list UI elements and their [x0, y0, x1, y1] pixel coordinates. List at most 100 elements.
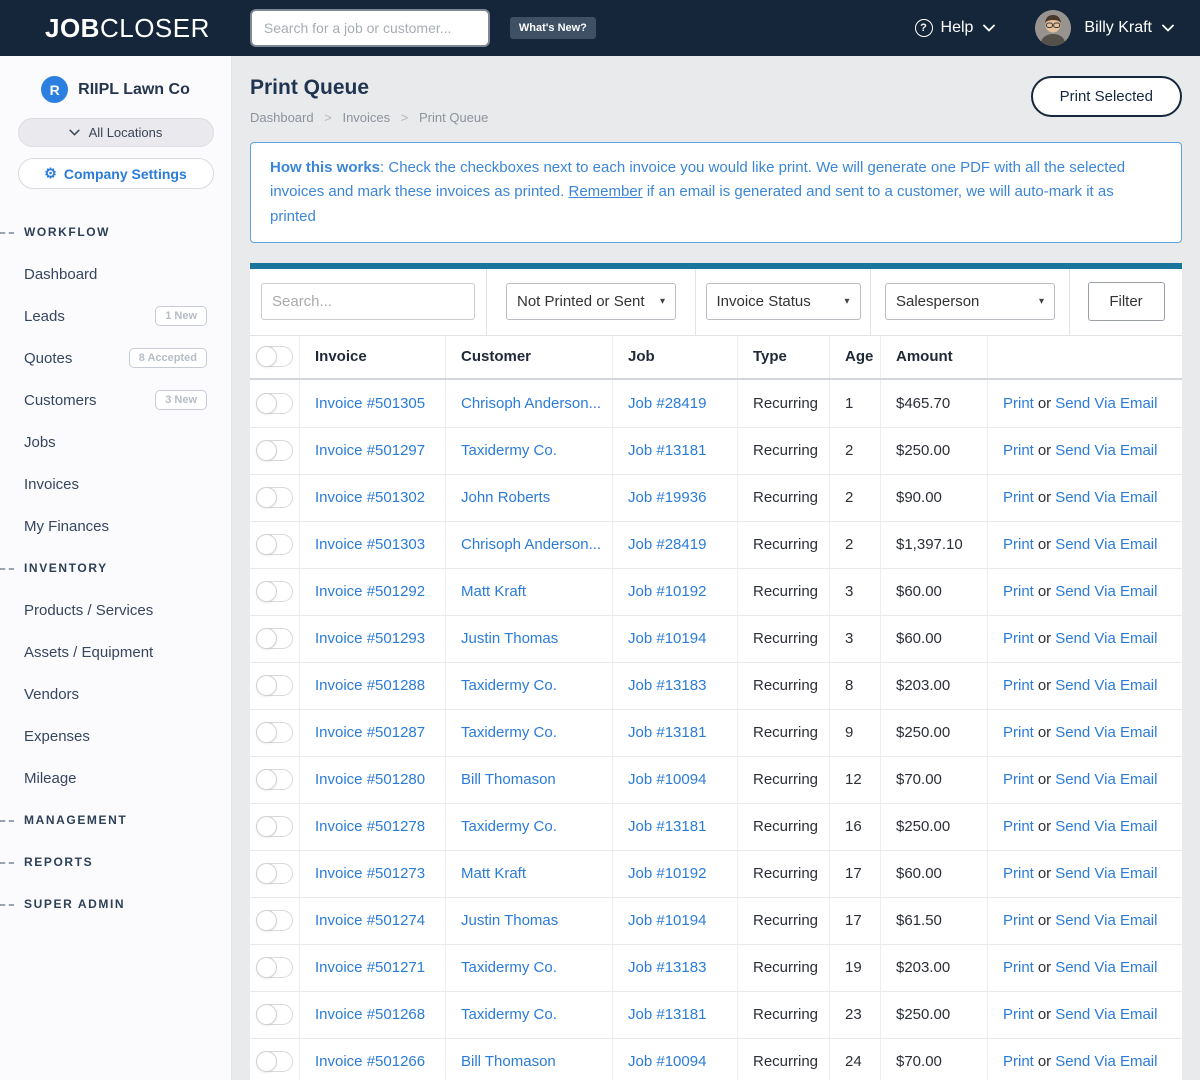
- job-link[interactable]: Job #13183: [628, 959, 706, 976]
- chevron-down-icon[interactable]: [1162, 24, 1174, 32]
- all-locations-dropdown[interactable]: All Locations: [17, 118, 214, 147]
- print-link[interactable]: Print: [1003, 865, 1034, 882]
- breadcrumb-dashboard[interactable]: Dashboard: [250, 110, 314, 125]
- customer-link[interactable]: Justin Thomas: [461, 912, 558, 929]
- sidebar-item-leads[interactable]: Leads 1 New: [0, 295, 231, 337]
- sidebar-item-vendors[interactable]: Vendors: [0, 673, 231, 715]
- sidebar-item-mileage[interactable]: Mileage: [0, 757, 231, 799]
- sidebar-item-products-services[interactable]: Products / Services: [0, 589, 231, 631]
- invoice-link[interactable]: Invoice #501288: [315, 677, 425, 694]
- salesperson-select[interactable]: Salesperson ▾: [885, 283, 1055, 321]
- section-header-inventory[interactable]: INVENTORY: [0, 547, 231, 589]
- select-invoice-toggle[interactable]: [256, 769, 293, 791]
- invoice-link[interactable]: Invoice #501297: [315, 442, 425, 459]
- filter-button[interactable]: Filter: [1087, 282, 1165, 322]
- section-header-workflow[interactable]: WORKFLOW: [0, 211, 231, 253]
- send-via-email-link[interactable]: Send Via Email: [1055, 724, 1157, 741]
- job-link[interactable]: Job #10194: [628, 912, 706, 929]
- section-header-super-admin[interactable]: SUPER ADMIN: [0, 883, 231, 925]
- print-selected-button[interactable]: Print Selected: [1030, 76, 1182, 117]
- sidebar-item-my-finances[interactable]: My Finances: [0, 505, 231, 547]
- invoice-link[interactable]: Invoice #501266: [315, 1053, 425, 1070]
- job-link[interactable]: Job #10194: [628, 630, 706, 647]
- invoice-link[interactable]: Invoice #501287: [315, 724, 425, 741]
- select-all-toggle[interactable]: [256, 346, 293, 368]
- invoice-link[interactable]: Invoice #501273: [315, 865, 425, 882]
- print-link[interactable]: Print: [1003, 395, 1034, 412]
- breadcrumb-invoices[interactable]: Invoices: [342, 110, 390, 125]
- sidebar-item-invoices[interactable]: Invoices: [0, 463, 231, 505]
- user-avatar[interactable]: [1035, 10, 1072, 46]
- job-link[interactable]: Job #13181: [628, 818, 706, 835]
- select-invoice-toggle[interactable]: [256, 487, 293, 509]
- print-status-select[interactable]: Not Printed or Sent ▾: [506, 283, 676, 321]
- job-link[interactable]: Job #10094: [628, 1053, 706, 1070]
- company-settings-button[interactable]: ⚙ Company Settings: [17, 158, 214, 189]
- select-invoice-toggle[interactable]: [256, 957, 293, 979]
- send-via-email-link[interactable]: Send Via Email: [1055, 771, 1157, 788]
- send-via-email-link[interactable]: Send Via Email: [1055, 489, 1157, 506]
- customer-link[interactable]: Matt Kraft: [461, 865, 526, 882]
- select-invoice-toggle[interactable]: [256, 816, 293, 838]
- sidebar-item-dashboard[interactable]: Dashboard: [0, 253, 231, 295]
- send-via-email-link[interactable]: Send Via Email: [1055, 959, 1157, 976]
- select-invoice-toggle[interactable]: [256, 534, 293, 556]
- select-invoice-toggle[interactable]: [256, 1004, 293, 1026]
- select-invoice-toggle[interactable]: [256, 863, 293, 885]
- section-header-reports[interactable]: REPORTS: [0, 841, 231, 883]
- send-via-email-link[interactable]: Send Via Email: [1055, 536, 1157, 553]
- send-via-email-link[interactable]: Send Via Email: [1055, 1053, 1157, 1070]
- job-link[interactable]: Job #10192: [628, 865, 706, 882]
- invoice-link[interactable]: Invoice #501302: [315, 489, 425, 506]
- customer-link[interactable]: Taxidermy Co.: [461, 442, 557, 459]
- select-invoice-toggle[interactable]: [256, 910, 293, 932]
- send-via-email-link[interactable]: Send Via Email: [1055, 818, 1157, 835]
- customer-link[interactable]: Bill Thomason: [461, 1053, 556, 1070]
- job-link[interactable]: Job #13181: [628, 1006, 706, 1023]
- customer-link[interactable]: Chrisoph Anderson...: [461, 536, 601, 553]
- invoice-link[interactable]: Invoice #501278: [315, 818, 425, 835]
- invoice-link[interactable]: Invoice #501305: [315, 395, 425, 412]
- print-link[interactable]: Print: [1003, 677, 1034, 694]
- invoice-link[interactable]: Invoice #501280: [315, 771, 425, 788]
- job-link[interactable]: Job #28419: [628, 395, 706, 412]
- sidebar-item-jobs[interactable]: Jobs: [0, 421, 231, 463]
- job-link[interactable]: Job #28419: [628, 536, 706, 553]
- customer-link[interactable]: John Roberts: [461, 489, 550, 506]
- sidebar-item-assets-equipment[interactable]: Assets / Equipment: [0, 631, 231, 673]
- section-header-management[interactable]: MANAGEMENT: [0, 799, 231, 841]
- select-invoice-toggle[interactable]: [256, 675, 293, 697]
- sidebar-item-expenses[interactable]: Expenses: [0, 715, 231, 757]
- customer-link[interactable]: Taxidermy Co.: [461, 677, 557, 694]
- print-link[interactable]: Print: [1003, 536, 1034, 553]
- customer-link[interactable]: Taxidermy Co.: [461, 959, 557, 976]
- invoice-link[interactable]: Invoice #501274: [315, 912, 425, 929]
- print-link[interactable]: Print: [1003, 724, 1034, 741]
- send-via-email-link[interactable]: Send Via Email: [1055, 865, 1157, 882]
- print-link[interactable]: Print: [1003, 583, 1034, 600]
- global-search-input[interactable]: [251, 11, 488, 45]
- job-link[interactable]: Job #19936: [628, 489, 706, 506]
- print-link[interactable]: Print: [1003, 442, 1034, 459]
- whats-new-button[interactable]: What's New?: [509, 17, 596, 39]
- send-via-email-link[interactable]: Send Via Email: [1055, 583, 1157, 600]
- job-link[interactable]: Job #10094: [628, 771, 706, 788]
- invoice-link[interactable]: Invoice #501268: [315, 1006, 425, 1023]
- select-invoice-toggle[interactable]: [256, 392, 293, 414]
- invoice-status-select[interactable]: Invoice Status ▾: [705, 283, 861, 321]
- select-invoice-toggle[interactable]: [256, 722, 293, 744]
- job-link[interactable]: Job #13183: [628, 677, 706, 694]
- print-link[interactable]: Print: [1003, 630, 1034, 647]
- print-link[interactable]: Print: [1003, 912, 1034, 929]
- sidebar-item-quotes[interactable]: Quotes 8 Accepted: [0, 337, 231, 379]
- job-link[interactable]: Job #13181: [628, 442, 706, 459]
- send-via-email-link[interactable]: Send Via Email: [1055, 677, 1157, 694]
- invoice-link[interactable]: Invoice #501293: [315, 630, 425, 647]
- print-link[interactable]: Print: [1003, 1006, 1034, 1023]
- send-via-email-link[interactable]: Send Via Email: [1055, 912, 1157, 929]
- customer-link[interactable]: Justin Thomas: [461, 630, 558, 647]
- user-name[interactable]: Billy Kraft: [1084, 19, 1152, 37]
- customer-link[interactable]: Matt Kraft: [461, 583, 526, 600]
- table-search-input[interactable]: [261, 283, 475, 321]
- customer-link[interactable]: Taxidermy Co.: [461, 724, 557, 741]
